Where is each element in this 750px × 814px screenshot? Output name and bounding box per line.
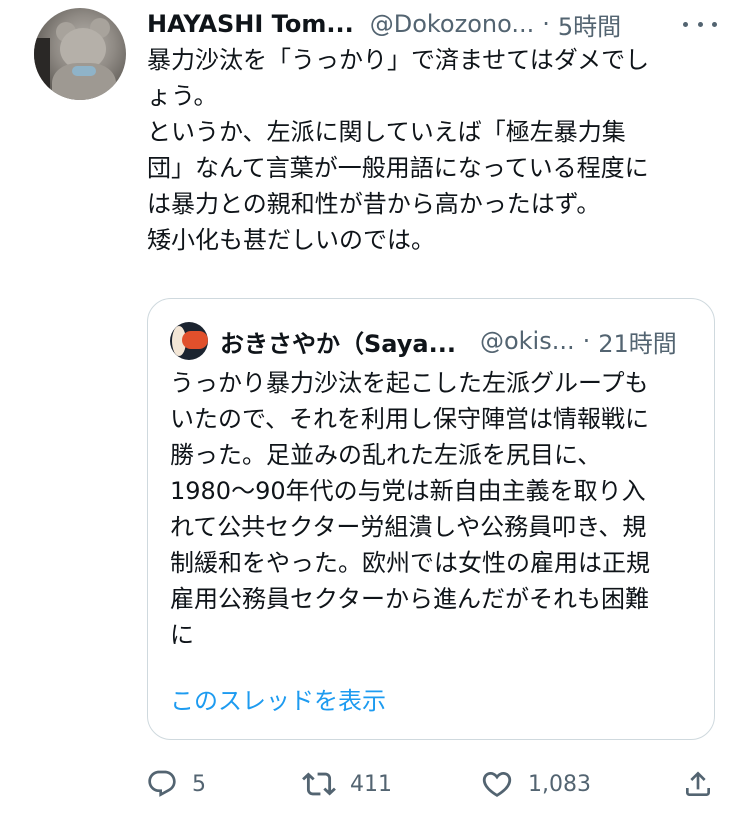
share-icon: [686, 771, 710, 796]
reply-button[interactable]: 5: [146, 764, 206, 804]
quoted-text-line: いたので、それを利用し保守陣営は情報戦に: [170, 405, 650, 433]
separator-dot: ·: [582, 327, 591, 355]
quoted-text-line: 勝った。足並みの乱れた左派を尻目に、: [170, 441, 602, 469]
quoted-author-avatar: [170, 322, 208, 360]
quoted-tweet-timestamp: 21時間: [598, 329, 677, 358]
tweet-timestamp[interactable]: 5時間: [558, 7, 621, 42]
more-icon-dot: [697, 21, 703, 27]
tweet-text-line: は暴力との親和性が昔から高かったはず。: [147, 190, 601, 218]
quoted-author-handle: @okis...: [479, 327, 575, 355]
retweet-button[interactable]: 411: [302, 764, 392, 804]
more-icon-dot: [712, 21, 717, 27]
quoted-tweet[interactable]: おきさやか（Saya... @okis... · 21時間 うっかり暴力沙汰を起…: [147, 298, 715, 740]
reply-icon: [148, 770, 176, 797]
share-button[interactable]: [682, 764, 714, 804]
reply-count: 5: [192, 771, 206, 797]
quoted-tweet-text: うっかり暴力沙汰を起こした左派グループも いたので、それを利用し保守陣営は情報戦…: [170, 365, 700, 653]
like-button[interactable]: 1,083: [480, 764, 591, 804]
retweet-icon: [302, 772, 336, 796]
tweet-text-line: というか、左派に関していえば「極左暴力集: [147, 118, 626, 146]
like-count: 1,083: [528, 771, 591, 797]
quoted-text-line: 制緩和をやった。欧州では女性の雇用は正規: [170, 549, 650, 577]
tweet-text-line: 暴力沙汰を「うっかり」で済ませてはダメでし: [147, 46, 650, 74]
quoted-text-line: れて公共セクター労組潰しや公務員叩き、規: [170, 513, 647, 541]
heart-icon: [482, 771, 512, 797]
tweet-actions: 5 411 1,083: [0, 756, 750, 810]
quoted-tweet-header: おきさやか（Saya... @okis... · 21時間: [170, 321, 677, 361]
author-name[interactable]: HAYASHI Tom...: [147, 10, 354, 38]
quoted-text-line: うっかり暴力沙汰を起こした左派グループも: [170, 369, 649, 397]
author-handle[interactable]: @Dokozono...: [370, 10, 535, 38]
more-icon-dot: [683, 21, 688, 27]
author-avatar[interactable]: [34, 8, 126, 100]
separator-dot: ·: [542, 10, 550, 38]
tweet-text-line: 団」なんて言葉が一般用語になっている程度に: [147, 154, 649, 182]
tweet-text-line: 矮小化も甚だしいのでは。: [147, 226, 435, 254]
show-thread-link[interactable]: このスレッドを表示: [170, 681, 386, 716]
more-icon[interactable]: [683, 12, 717, 36]
tweet-text-line: ょう。: [147, 82, 218, 110]
tweet-header: HAYASHI Tom... @Dokozono... · 5時間: [147, 6, 621, 42]
retweet-count: 411: [350, 771, 392, 797]
avatar-background: [34, 38, 50, 100]
quoted-author-name: おきさやか（Saya...: [220, 329, 456, 358]
tweet-text: 暴力沙汰を「うっかり」で済ませてはダメでし ょう。 というか、左派に関していえば…: [147, 42, 707, 258]
avatar-ribbon: [72, 66, 96, 76]
quoted-text-line: に: [170, 621, 194, 649]
quoted-text-line: 1980〜90年代の与党は新自由主義を取り入: [170, 477, 646, 505]
quoted-text-line: 雇用公務員セクターから進んだがそれも困難: [170, 585, 650, 613]
